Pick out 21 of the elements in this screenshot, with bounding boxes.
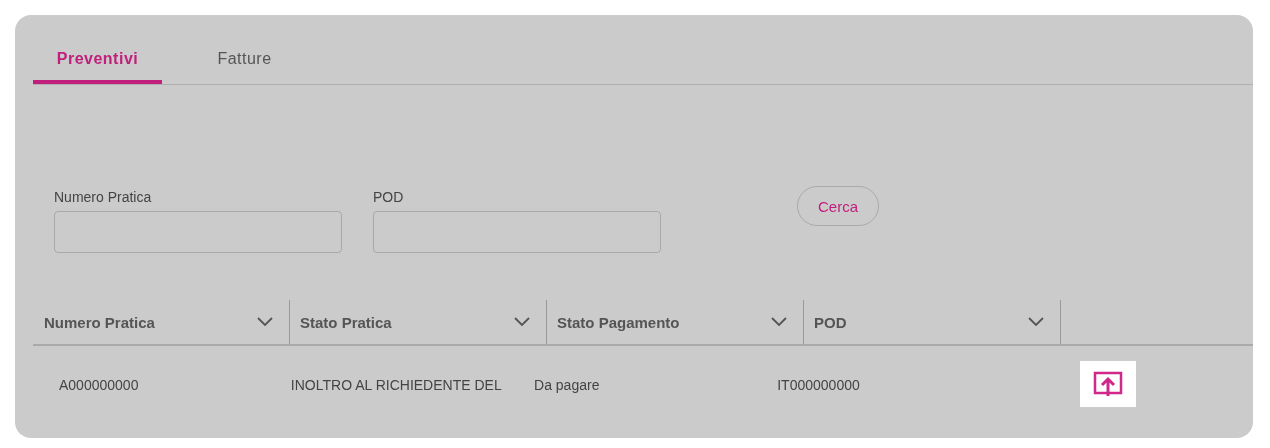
field-label: Numero Pratica	[54, 189, 152, 205]
column-header[interactable]: Numero Pratica	[44, 313, 155, 331]
tab[interactable]: Fatture	[180, 47, 309, 84]
column-header[interactable]: Stato Pratica	[300, 313, 392, 331]
chevron-down-icon[interactable]	[257, 317, 273, 327]
column-header[interactable]: Stato Pagamento	[557, 313, 680, 331]
input-field[interactable]	[54, 211, 342, 253]
field-label: POD	[373, 189, 404, 205]
search-button[interactable]: Cerca	[797, 186, 879, 226]
table-cell: Da pagare	[534, 376, 600, 393]
column-header[interactable]: POD	[814, 313, 847, 331]
table-cell: A000000000	[59, 376, 139, 393]
tab[interactable]: Preventivi	[33, 47, 162, 84]
upload-button[interactable]	[1080, 361, 1137, 407]
upload-icon	[1093, 371, 1124, 397]
input-field[interactable]	[373, 211, 661, 253]
chevron-down-icon[interactable]	[771, 317, 787, 327]
table-cell: INOLTRO AL RICHIEDENTE DEL	[290, 376, 502, 393]
chevron-down-icon[interactable]	[1028, 317, 1044, 327]
table-cell: IT000000000	[777, 376, 860, 393]
chevron-down-icon[interactable]	[514, 317, 530, 327]
